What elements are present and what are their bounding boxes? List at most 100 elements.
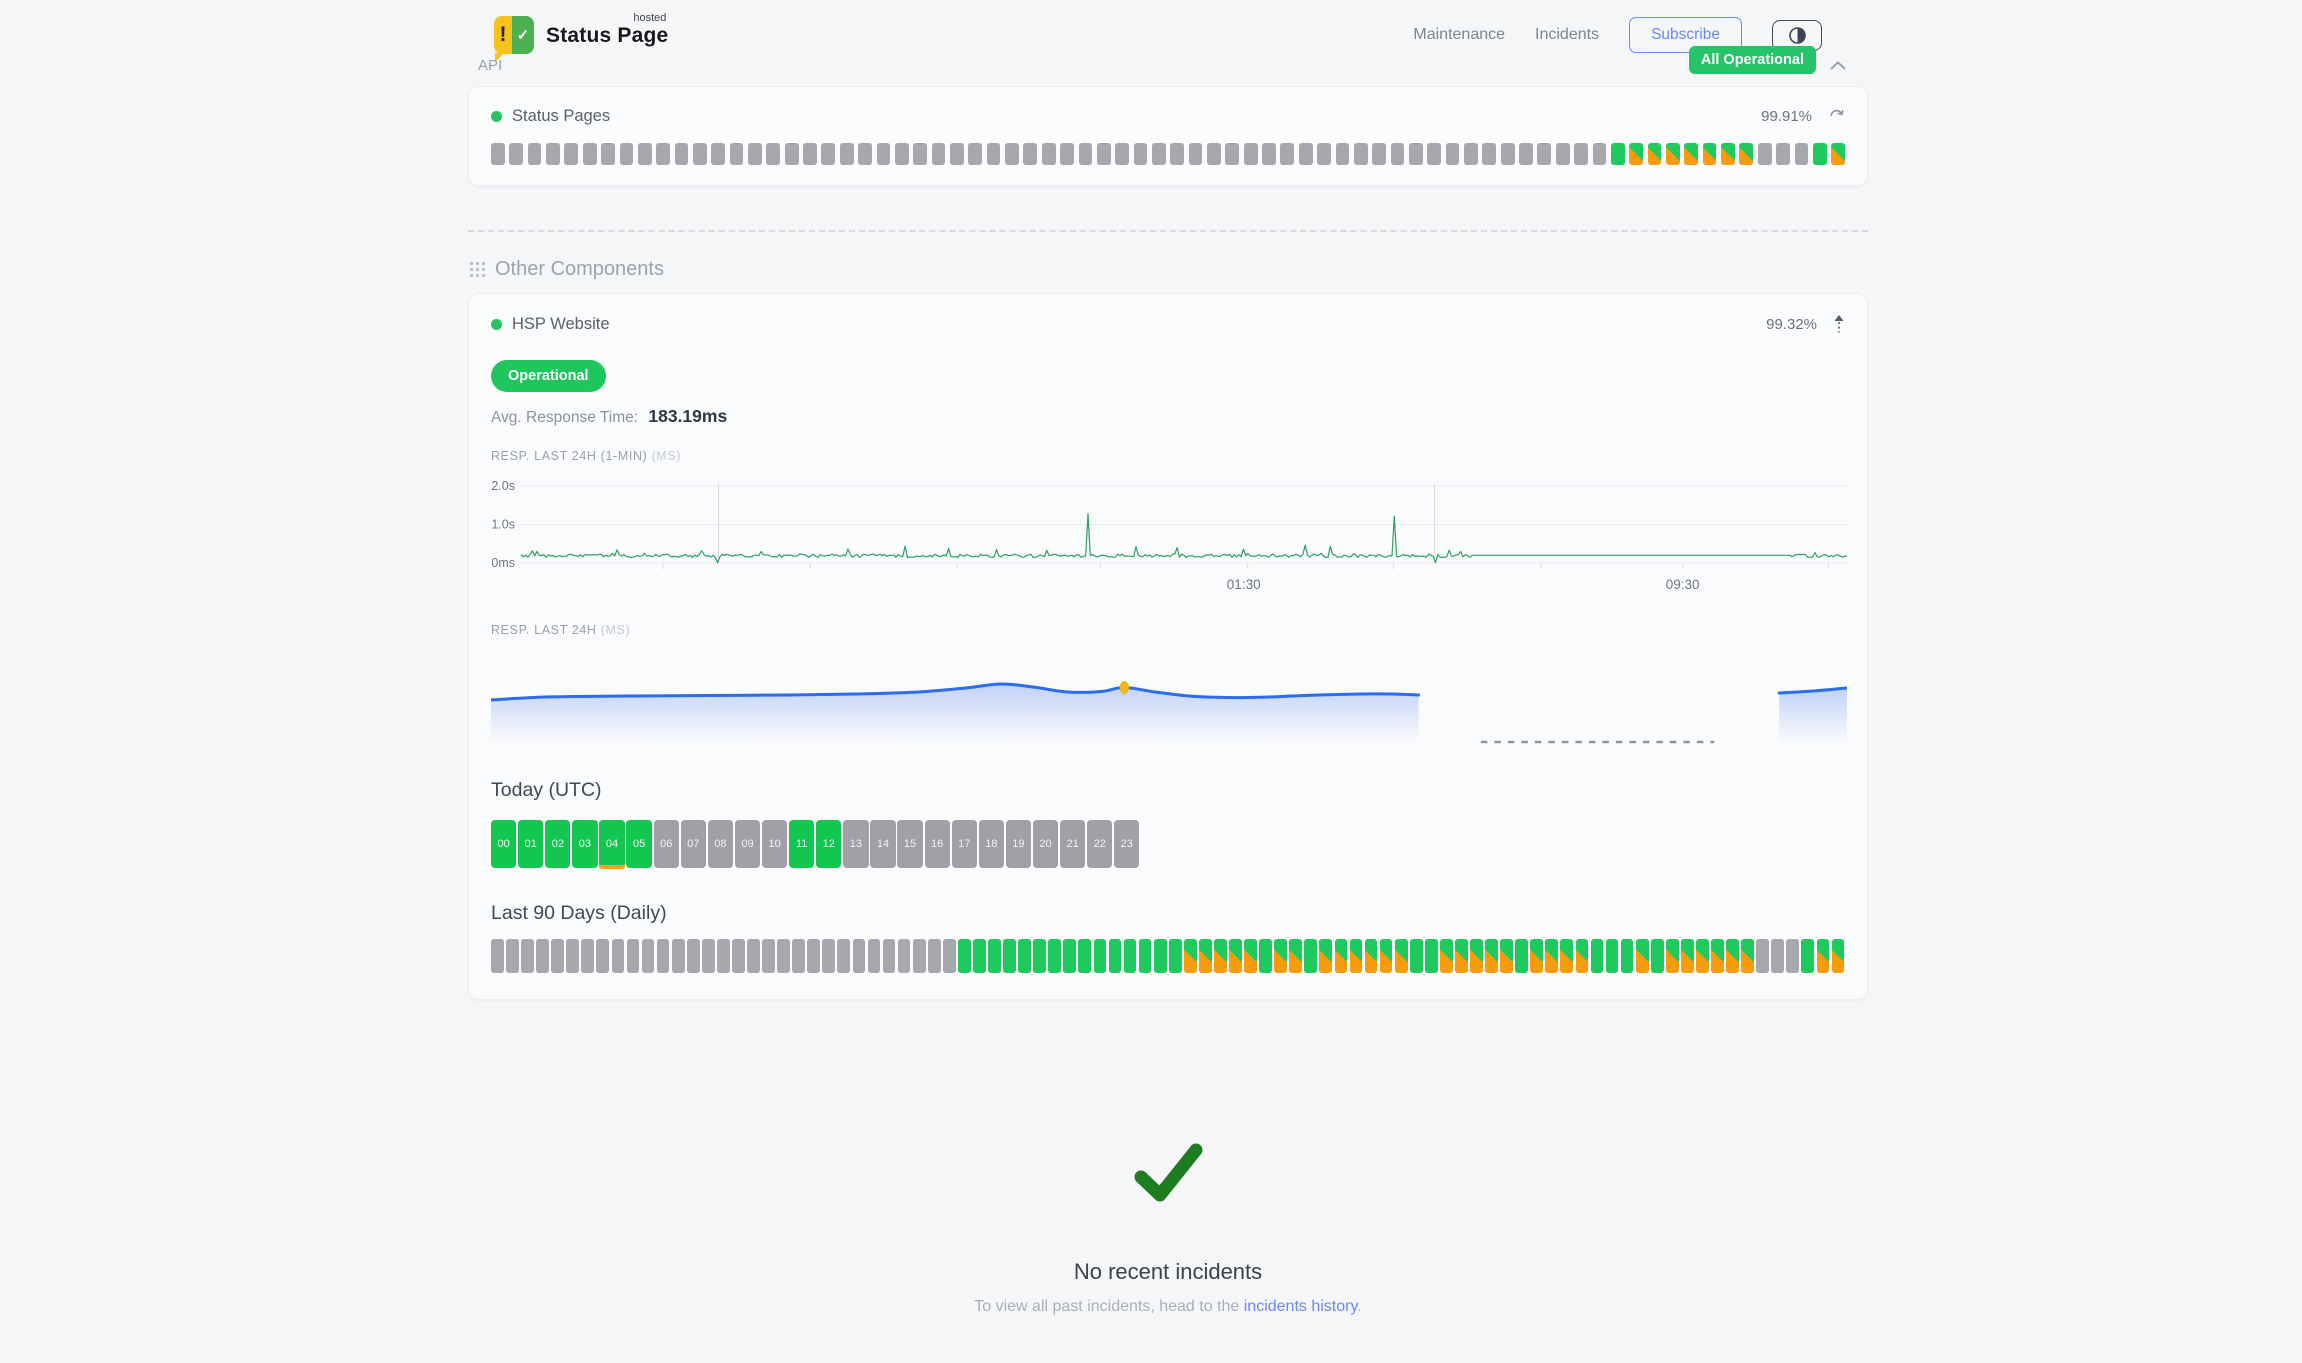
uptime-bar[interactable] xyxy=(1813,143,1827,165)
uptime-bar[interactable] xyxy=(1776,143,1790,165)
uptime-bar[interactable] xyxy=(1409,143,1423,165)
uptime-bar[interactable] xyxy=(898,939,911,973)
uptime-bar[interactable] xyxy=(506,939,519,973)
uptime-bar[interactable] xyxy=(1574,143,1588,165)
uptime-bar[interactable] xyxy=(883,939,896,973)
uptime-bar[interactable] xyxy=(1169,939,1182,973)
uptime-bar[interactable] xyxy=(1425,939,1438,973)
incidents-history-link[interactable]: incidents history xyxy=(1244,1298,1358,1315)
uptime-bar[interactable] xyxy=(1244,143,1258,165)
uptime-bar[interactable] xyxy=(1139,939,1152,973)
hour-block-20[interactable]: 20 xyxy=(1033,820,1058,868)
uptime-bar[interactable] xyxy=(895,143,909,165)
hour-block-17[interactable]: 17 xyxy=(952,820,977,868)
uptime-bar[interactable] xyxy=(596,939,609,973)
uptime-bar[interactable] xyxy=(1274,939,1287,973)
uptime-bar[interactable] xyxy=(1225,143,1239,165)
uptime-bar[interactable] xyxy=(638,143,652,165)
uptime-bar[interactable] xyxy=(913,939,926,973)
uptime-bar[interactable] xyxy=(913,143,927,165)
uptime-bar[interactable] xyxy=(1739,143,1753,165)
uptime-bar[interactable] xyxy=(1485,939,1498,973)
uptime-bar[interactable] xyxy=(1063,939,1076,973)
uptime-bar[interactable] xyxy=(877,143,891,165)
hour-block-07[interactable]: 07 xyxy=(681,820,706,868)
hour-block-16[interactable]: 16 xyxy=(925,820,950,868)
hour-block-06[interactable]: 06 xyxy=(654,820,679,868)
uptime-bar[interactable] xyxy=(1726,939,1739,973)
uptime-bar[interactable] xyxy=(1703,143,1717,165)
uptime-bar[interactable] xyxy=(1299,143,1313,165)
uptime-bar[interactable] xyxy=(747,939,760,973)
uptime-bar[interactable] xyxy=(1446,143,1460,165)
uptime-bar[interactable] xyxy=(858,143,872,165)
uptime-bar[interactable] xyxy=(1018,939,1031,973)
hour-block-01[interactable]: 01 xyxy=(518,820,543,868)
uptime-bar[interactable] xyxy=(928,939,941,973)
uptime-bar[interactable] xyxy=(1711,939,1724,973)
uptime-bar[interactable] xyxy=(1354,143,1368,165)
uptime-bar[interactable] xyxy=(1042,143,1056,165)
uptime-bar[interactable] xyxy=(1786,939,1799,973)
uptime-bar[interactable] xyxy=(792,939,805,973)
uptime-bar[interactable] xyxy=(1515,939,1528,973)
uptime-bar[interactable] xyxy=(1280,143,1294,165)
uptime-bar[interactable] xyxy=(1560,939,1573,973)
hour-block-22[interactable]: 22 xyxy=(1087,820,1112,868)
uptime-bar[interactable] xyxy=(1109,939,1122,973)
hour-block-19[interactable]: 19 xyxy=(1006,820,1031,868)
uptime-bar[interactable] xyxy=(1666,143,1680,165)
uptime-bar[interactable] xyxy=(1048,939,1061,973)
refresh-icon[interactable] xyxy=(1828,108,1845,125)
uptime-bar[interactable] xyxy=(1545,939,1558,973)
uptime-bar[interactable] xyxy=(491,939,504,973)
uptime-bar[interactable] xyxy=(1684,143,1698,165)
uptime-bar[interactable] xyxy=(1621,939,1634,973)
uptime-bar[interactable] xyxy=(950,143,964,165)
uptime-bar[interactable] xyxy=(1741,939,1754,973)
uptime-bar[interactable] xyxy=(730,143,744,165)
uptime-bar[interactable] xyxy=(1831,143,1845,165)
uptime-bar[interactable] xyxy=(840,143,854,165)
uptime-bar[interactable] xyxy=(822,939,835,973)
nav-maintenance[interactable]: Maintenance xyxy=(1413,26,1505,44)
uptime-bar[interactable] xyxy=(987,143,1001,165)
uptime-bar[interactable] xyxy=(1464,143,1478,165)
uptime-bar[interactable] xyxy=(1094,939,1107,973)
uptime-bar[interactable] xyxy=(1681,939,1694,973)
uptime-bar[interactable] xyxy=(1115,143,1129,165)
uptime-bar[interactable] xyxy=(1482,143,1496,165)
uptime-bar[interactable] xyxy=(821,143,835,165)
overall-status-badge[interactable]: All Operational xyxy=(1689,46,1816,74)
hour-block-21[interactable]: 21 xyxy=(1060,820,1085,868)
uptime-bar[interactable] xyxy=(1350,939,1363,973)
uptime-bar[interactable] xyxy=(1184,939,1197,973)
uptime-bar[interactable] xyxy=(1648,143,1662,165)
uptime-bar[interactable] xyxy=(1207,143,1221,165)
uptime-bar[interactable] xyxy=(581,939,594,973)
hour-block-11[interactable]: 11 xyxy=(789,820,814,868)
uptime-bar[interactable] xyxy=(762,939,775,973)
hour-block-05[interactable]: 05 xyxy=(626,820,651,868)
uptime-bar[interactable] xyxy=(807,939,820,973)
uptime-bar[interactable] xyxy=(1259,939,1272,973)
uptime-bar[interactable] xyxy=(1756,939,1769,973)
uptime-bar[interactable] xyxy=(837,939,850,973)
uptime-bar[interactable] xyxy=(1189,143,1203,165)
uptime-bar[interactable] xyxy=(777,939,790,973)
uptime-bar[interactable] xyxy=(693,143,707,165)
uptime-bar[interactable] xyxy=(1629,143,1643,165)
uptime-bar[interactable] xyxy=(536,939,549,973)
uptime-bar[interactable] xyxy=(1319,939,1332,973)
uptime-bar[interactable] xyxy=(521,939,534,973)
uptime-bar[interactable] xyxy=(717,939,730,973)
uptime-bar[interactable] xyxy=(1556,143,1570,165)
uptime-bar[interactable] xyxy=(1229,939,1242,973)
uptime-bar[interactable] xyxy=(1771,939,1784,973)
uptime-bar[interactable] xyxy=(687,939,700,973)
uptime-bar[interactable] xyxy=(1262,143,1276,165)
uptime-bar[interactable] xyxy=(1335,939,1348,973)
uptime-bar[interactable] xyxy=(1832,939,1845,973)
uptime-bar[interactable] xyxy=(1372,143,1386,165)
uptime-bar[interactable] xyxy=(785,143,799,165)
